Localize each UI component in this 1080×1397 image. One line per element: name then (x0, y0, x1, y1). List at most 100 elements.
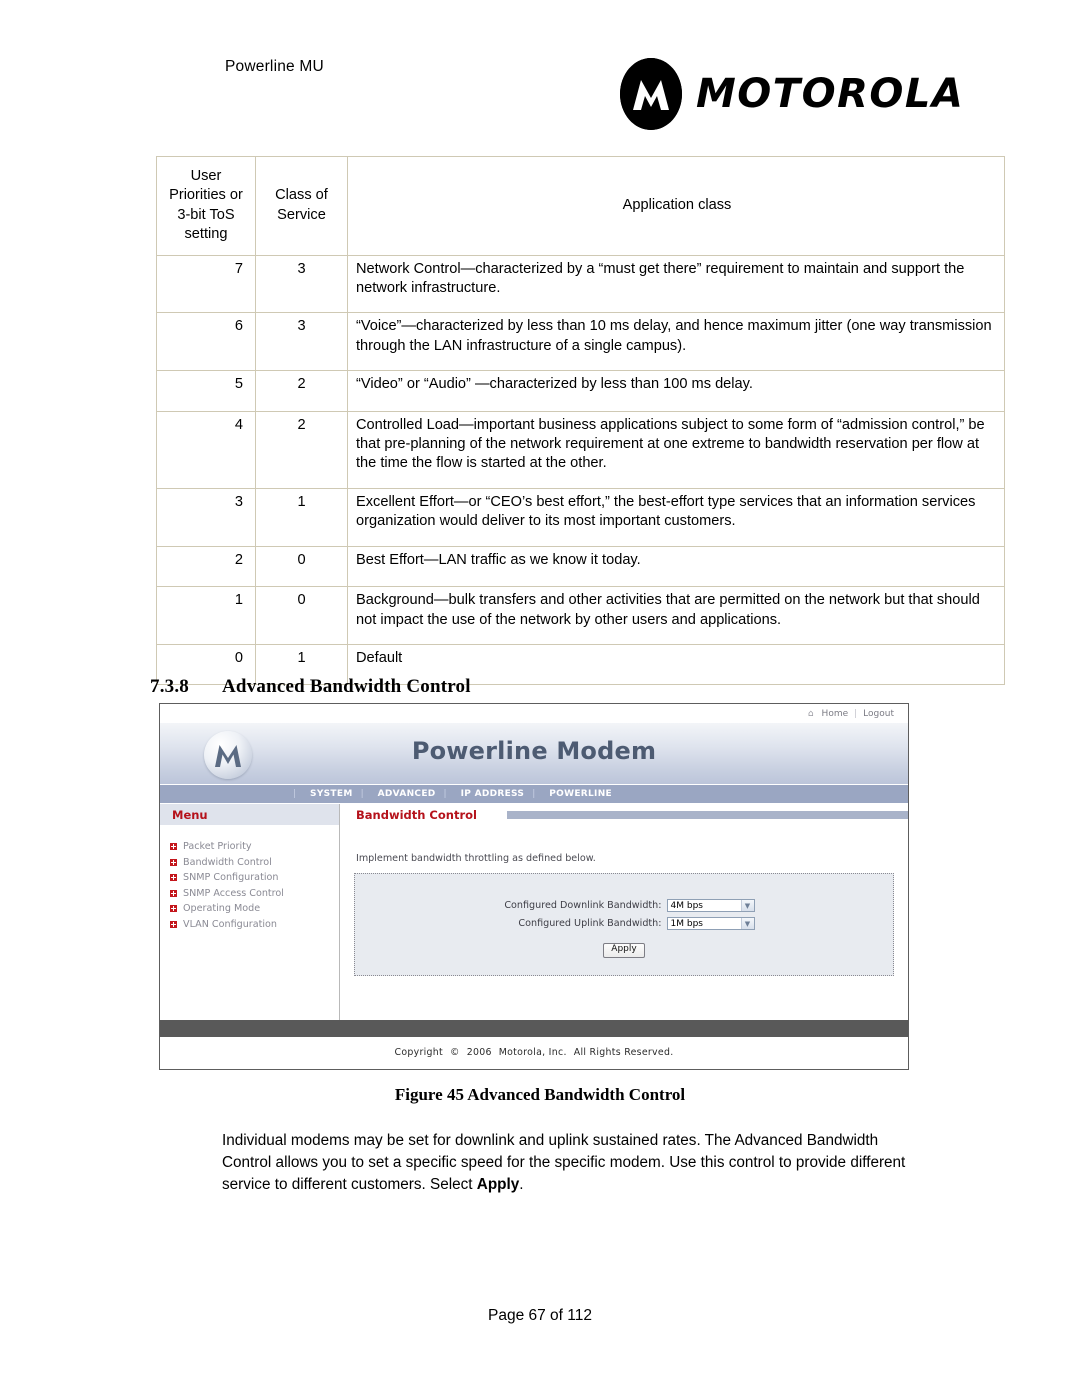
plus-square-icon (170, 905, 177, 913)
sidebar-item-label: Packet Priority (183, 841, 252, 853)
downlink-bandwidth-label: Configured Downlink Bandwidth: (504, 900, 662, 911)
col-header-line: setting (184, 226, 228, 243)
table-header: User Priorities or 3-bit ToS setting Cla… (156, 156, 1005, 256)
web-ui-main-panel: Bandwidth Control Implement bandwidth th… (340, 804, 908, 1020)
downlink-bandwidth-value: 4M bps (670, 900, 703, 911)
chevron-down-icon[interactable]: ▼ (740, 900, 754, 911)
downlink-bandwidth-row: Configured Downlink Bandwidth: 4M bps ▼ (355, 874, 893, 912)
sidebar-heading: Menu (160, 804, 339, 825)
cell-cos: 2 (255, 410, 348, 489)
nav-separator: | (443, 789, 447, 799)
table-row: 5 2 “Video” or “Audio” —characterized by… (156, 370, 1005, 412)
figure-caption: Figure 45 Advanced Bandwidth Control (394, 1085, 686, 1104)
main-panel-intro-text: Implement bandwidth throttling as define… (356, 853, 596, 864)
home-icon: ⌂ (807, 708, 814, 719)
web-ui-body: Menu Packet Priority Bandwidth Control S… (160, 804, 908, 1020)
col-header-line: Class of (275, 187, 328, 204)
sidebar-item-vlan-configuration[interactable]: VLAN Configuration (170, 917, 339, 933)
table-body: 7 3 Network Control—characterized by a “… (156, 254, 1005, 686)
table-row: 7 3 Network Control—characterized by a “… (156, 254, 1005, 314)
copyright-year: 2006 (466, 1046, 492, 1058)
sidebar-item-operating-mode[interactable]: Operating Mode (170, 901, 339, 917)
cell-application: Excellent Effort—or “CEO’s best effort,”… (347, 487, 1005, 547)
cell-application: Background—bulk transfers and other acti… (347, 586, 1005, 645)
body-paragraph-text: Individual modems may be set for downlin… (222, 1132, 906, 1193)
nav-separator: | (360, 789, 364, 799)
document-title: Powerline MU (225, 58, 324, 75)
web-ui-topbar: ⌂ Home | Logout (160, 704, 908, 723)
motorola-brand-logo: MOTOROLA (620, 58, 964, 130)
sidebar-item-label: Bandwidth Control (183, 856, 272, 868)
web-ui-nav: | SYSTEM | ADVANCED | IP ADDRESS | POWER… (160, 785, 908, 804)
cell-application: Network Control—characterized by a “must… (347, 254, 1005, 314)
nav-item-advanced[interactable]: ADVANCED (378, 789, 436, 799)
table-row: 2 0 Best Effort—LAN traffic as we know i… (156, 545, 1005, 588)
col-header-user-priorities: User Priorities or 3-bit ToS setting (156, 156, 256, 256)
title-accent-bar (506, 810, 908, 819)
web-ui-dark-divider (160, 1020, 908, 1037)
plus-square-icon (170, 843, 177, 851)
col-header-class-of-service: Class of Service (255, 156, 348, 256)
nav-item-system[interactable]: SYSTEM (310, 789, 353, 799)
col-header-line: Priorities or (169, 187, 243, 204)
section-number: 7.3.8 (150, 676, 189, 697)
sidebar-item-label: VLAN Configuration (183, 918, 277, 930)
plus-square-icon (170, 858, 177, 866)
section-title: Advanced Bandwidth Control (222, 676, 471, 697)
cell-priority: 2 (156, 545, 256, 588)
plus-square-icon (170, 889, 177, 897)
body-paragraph-bold-apply: Apply (476, 1175, 520, 1193)
uplink-bandwidth-label: Configured Uplink Bandwidth: (518, 918, 662, 929)
table-header-row: User Priorities or 3-bit ToS setting Cla… (156, 156, 1005, 256)
cell-application: “Video” or “Audio” —characterized by les… (347, 370, 1005, 412)
web-ui-screenshot-figure: ⌂ Home | Logout Powerline Modem | SYSTEM… (159, 703, 909, 1070)
cell-application: Best Effort—LAN traffic as we know it to… (347, 545, 1005, 588)
sidebar-item-snmp-access-control[interactable]: SNMP Access Control (170, 886, 339, 902)
bandwidth-settings-fieldset: Configured Downlink Bandwidth: 4M bps ▼ … (354, 873, 894, 976)
web-ui-sidebar: Menu Packet Priority Bandwidth Control S… (160, 804, 340, 1020)
sidebar-item-bandwidth-control[interactable]: Bandwidth Control (170, 855, 339, 871)
cell-cos: 0 (255, 586, 348, 645)
logout-link[interactable]: Logout (863, 709, 894, 719)
uplink-bandwidth-select[interactable]: 1M bps ▼ (666, 917, 755, 930)
web-ui-footer: Copyright © 2006 Motorola, Inc. All Righ… (160, 1037, 908, 1067)
cell-application: Controlled Load—important business appli… (347, 410, 1005, 489)
plus-square-icon (170, 920, 177, 928)
col-header-line: User (190, 168, 222, 184)
cell-priority: 3 (156, 487, 256, 547)
cell-cos: 2 (255, 370, 348, 412)
plus-square-icon (170, 874, 177, 882)
sidebar-item-label: SNMP Configuration (183, 872, 279, 884)
topbar-separator: | (854, 708, 858, 719)
sidebar-menu-list: Packet Priority Bandwidth Control SNMP C… (160, 825, 339, 932)
downlink-bandwidth-select[interactable]: 4M bps ▼ (666, 899, 755, 912)
tos-priority-table: User Priorities or 3-bit ToS setting Cla… (156, 156, 1005, 686)
apply-button-row: Apply (355, 943, 893, 958)
web-ui-banner-title: Powerline Modem (411, 737, 657, 765)
cell-cos: 0 (255, 545, 348, 588)
apply-button[interactable]: Apply (603, 943, 645, 958)
nav-separator: | (532, 789, 536, 799)
cell-priority: 4 (156, 410, 256, 489)
motorola-wordmark: MOTOROLA (696, 71, 965, 117)
cell-priority: 1 (156, 586, 256, 645)
sidebar-item-snmp-configuration[interactable]: SNMP Configuration (170, 870, 339, 886)
web-ui-banner: Powerline Modem (160, 723, 908, 785)
nav-item-ip-address[interactable]: IP ADDRESS (461, 789, 525, 799)
chevron-down-icon[interactable]: ▼ (740, 918, 754, 929)
cell-priority: 7 (156, 254, 256, 314)
table-row: 1 0 Background—bulk transfers and other … (156, 586, 1005, 645)
cell-cos: 3 (255, 312, 348, 372)
body-paragraph-period: . (519, 1175, 524, 1193)
cell-cos: 3 (255, 254, 348, 314)
sidebar-item-packet-priority[interactable]: Packet Priority (170, 839, 339, 855)
col-header-line: Service (277, 206, 326, 223)
motorola-m-logo-icon (620, 58, 682, 130)
table-row: 3 1 Excellent Effort—or “CEO’s best effo… (156, 487, 1005, 547)
home-link[interactable]: Home (822, 709, 849, 719)
nav-item-powerline[interactable]: POWERLINE (549, 789, 612, 799)
copyright-word: Copyright (394, 1046, 443, 1058)
table-row: 6 3 “Voice”—characterized by less than 1… (156, 312, 1005, 372)
table-row: 4 2 Controlled Load—important business a… (156, 410, 1005, 489)
sidebar-item-label: Operating Mode (183, 903, 261, 915)
